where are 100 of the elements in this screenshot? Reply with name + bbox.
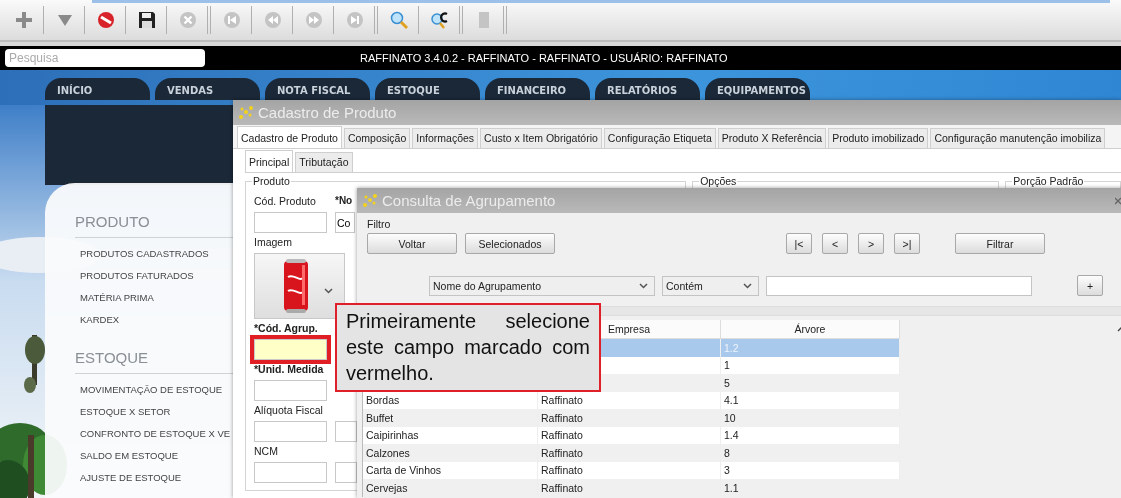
- sidebar-link[interactable]: ESTOQUE X SETOR: [80, 405, 171, 427]
- plus-icon: [14, 10, 34, 30]
- table-cell: Raffinato: [541, 394, 583, 407]
- table-cell: 1.4: [724, 429, 739, 442]
- input-field[interactable]: [254, 212, 327, 233]
- search-field[interactable]: Pesquisa: [5, 49, 205, 67]
- input-field[interactable]: [254, 462, 327, 483]
- nav-tab[interactable]: FINANCEIRO: [485, 78, 590, 100]
- pager-button[interactable]: <: [822, 233, 848, 254]
- nav-tab[interactable]: VENDAS: [155, 78, 260, 100]
- table-row[interactable]: Calzones Raffinato 8: [363, 444, 900, 462]
- stop-icon: [96, 10, 116, 30]
- table-cell: Carta de Vinhos: [366, 464, 442, 477]
- last-icon: [345, 10, 365, 30]
- chevron-icon: [743, 282, 752, 289]
- pager-button[interactable]: >: [858, 233, 884, 254]
- table-row[interactable]: Buffet Raffinato 10: [363, 409, 900, 427]
- field-label: *Cód. Agrup.: [254, 322, 319, 336]
- tab[interactable]: Principal: [245, 150, 294, 172]
- input-field[interactable]: [335, 421, 357, 442]
- field-select[interactable]: Nome do Agrupamento: [429, 275, 655, 296]
- field-label: *Unid. Medida: [254, 363, 325, 377]
- table-cell: Caipirinhas: [366, 429, 419, 442]
- image-picker[interactable]: [254, 253, 345, 319]
- action-button[interactable]: Voltar: [367, 233, 457, 254]
- input-field[interactable]: [335, 462, 357, 483]
- field-label: Cód. Produto: [254, 195, 317, 209]
- app-title: RAFFINATO 3.4.0.2 - RAFFINATO - RAFFINATO - USUÁRIO: RAFFINATO: [360, 52, 728, 64]
- save-icon: [137, 10, 157, 30]
- sidebar-link[interactable]: PRODUTOS FATURADOS: [80, 269, 194, 291]
- field-label: NCM: [254, 445, 279, 459]
- search-icon: [430, 10, 450, 30]
- rewind-icon: [263, 10, 283, 30]
- operator-select[interactable]: Contém: [662, 275, 759, 296]
- nav-tab[interactable]: RELATÓRIOS: [595, 78, 700, 100]
- table-cell: 1: [724, 359, 730, 372]
- search-icon: [389, 10, 409, 30]
- sparkle-icon: [237, 104, 255, 121]
- table-cell: Cervejas: [366, 481, 408, 494]
- tab[interactable]: Configuração Etiqueta: [603, 128, 716, 148]
- sidebar-link[interactable]: KARDEX: [80, 313, 120, 335]
- tab[interactable]: Custo x Item Obrigatório: [480, 128, 602, 148]
- instruction-tooltip: Primeiramente selecione este campo marcado com vermelho.: [335, 303, 601, 392]
- nav-tab[interactable]: NOTA FISCAL: [265, 78, 370, 100]
- chevron-icon: [324, 288, 333, 294]
- sidebar-link[interactable]: AJUSTE DE ESTOQUE: [80, 471, 182, 493]
- table-cell: Calzones: [366, 446, 410, 459]
- tab[interactable]: Tributação: [295, 152, 353, 172]
- sidebar-link[interactable]: SALDO EM ESTOQUE: [80, 449, 178, 471]
- table-cell: Raffinato: [541, 446, 583, 459]
- sparkle-icon: [361, 192, 379, 209]
- window-title: Consulta de Agrupamento: [382, 192, 556, 209]
- pager-button[interactable]: |<: [786, 233, 812, 254]
- table-cell: Raffinato: [541, 411, 583, 424]
- tab[interactable]: Cadastro de Produto: [237, 126, 342, 148]
- field-label: *No: [335, 195, 354, 208]
- table-cell: Raffinato: [541, 464, 583, 477]
- input-field[interactable]: Co: [335, 212, 355, 233]
- field-label: Alíquota Fiscal: [254, 404, 324, 418]
- table-cell: 3: [724, 464, 730, 477]
- table-cell: 10: [724, 411, 736, 424]
- column-header: Árvore: [721, 320, 900, 338]
- table-cell: 1.1: [724, 481, 739, 494]
- table-cell: Raffinato: [541, 429, 583, 442]
- cancel-icon: [178, 10, 198, 30]
- sidebar-link[interactable]: PRODUTOS CADASTRADOS: [80, 247, 209, 269]
- group-title: Porção Padrão: [1012, 175, 1085, 187]
- table-cell: 5: [724, 376, 730, 389]
- nav-tab[interactable]: INÍCIO: [45, 78, 150, 100]
- tab[interactable]: Composição: [343, 128, 411, 148]
- nav-tab[interactable]: EQUIPAMENTOS: [705, 78, 810, 100]
- input-field[interactable]: [254, 421, 327, 442]
- sidebar-link[interactable]: CONFRONTO DE ESTOQUE X VE: [80, 427, 231, 449]
- table-cell: 8: [724, 446, 730, 459]
- window-title: Cadastro de Produto: [258, 104, 397, 121]
- table-cell: 1.2: [724, 341, 739, 354]
- search-field[interactable]: [766, 275, 1032, 296]
- table-cell: Buffet: [366, 411, 394, 424]
- close-icon[interactable]: [1115, 197, 1121, 205]
- table-row[interactable]: Cervejas Raffinato 1.1: [363, 479, 900, 497]
- group-title: Opções: [699, 175, 738, 187]
- pager-button[interactable]: >|: [894, 233, 920, 254]
- filter-button[interactable]: Filtrar: [955, 233, 1045, 254]
- group-title: Produto: [252, 175, 291, 187]
- chevron-icon: [639, 282, 648, 289]
- field-label: Imagem: [254, 236, 293, 250]
- sidebar-link[interactable]: MATÉRIA PRIMA: [80, 291, 154, 313]
- filter-title: Filtro: [367, 218, 391, 230]
- sidebar-link[interactable]: MOVIMENTAÇÃO DE ESTOQUE: [80, 383, 223, 405]
- table-cell: Bordas: [366, 394, 400, 407]
- nav-tab[interactable]: ESTOQUE: [375, 78, 480, 100]
- tab[interactable]: Produto X Referência: [717, 128, 827, 148]
- table-cell: 4.1: [724, 394, 739, 407]
- tab[interactable]: Informações: [412, 128, 479, 148]
- tab[interactable]: Configuração manutenção imobiliza: [930, 128, 1106, 148]
- tab[interactable]: Produto imobilizado: [828, 128, 929, 148]
- first-icon: [222, 10, 242, 30]
- input-field[interactable]: [254, 380, 327, 401]
- add-button[interactable]: +: [1077, 275, 1103, 296]
- action-button[interactable]: Selecionados: [465, 233, 555, 254]
